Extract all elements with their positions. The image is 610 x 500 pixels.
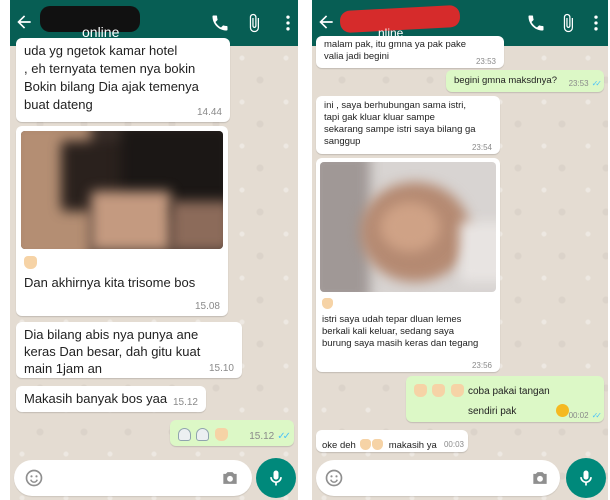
message-time: 15.08 (194, 301, 220, 312)
outgoing-message-bubble[interactable]: coba pakai tangan sendiri pak 00:02 ✓✓ (406, 376, 604, 422)
ghost-emoji (196, 428, 210, 441)
chat-screen-right: nline malam pak, itu gmna ya pak pake va… (312, 0, 608, 500)
hand-emoji (24, 256, 37, 269)
blurred-image[interactable] (320, 162, 496, 292)
hand-emoji-group (414, 382, 465, 400)
arrow-back-icon[interactable] (14, 12, 34, 32)
message-time: 15.12 ✓✓ (249, 431, 291, 442)
message-bubble[interactable]: Makasih banyak bos yaa 15.12 (16, 386, 206, 412)
message-text: uda yg ngetok kamar hotel , eh ternyata … (24, 43, 199, 112)
camera-icon[interactable] (220, 468, 240, 488)
message-time: 00:03 (443, 440, 464, 449)
more-vert-icon[interactable] (586, 13, 606, 33)
message-time: 23:53 (475, 57, 496, 66)
read-ticks-icon: ✓✓ (277, 431, 291, 442)
message-time: 23:56 (471, 361, 492, 370)
smile-emoji (556, 404, 569, 417)
paperclip-icon[interactable] (558, 13, 578, 33)
hand-emoji (322, 298, 333, 309)
message-input[interactable] (14, 460, 252, 496)
media-message-bubble[interactable]: Dan akhirnya kita trisome bos 15.08 (16, 126, 228, 316)
message-list: malam pak, itu gmna ya pak pake valia ja… (312, 36, 608, 454)
message-text: makasih ya (388, 440, 437, 451)
message-time: 00:02 ✓✓ (568, 411, 603, 420)
phone-icon[interactable] (526, 13, 546, 33)
message-time: 15.10 (208, 363, 234, 374)
message-time: 15.12 (172, 397, 198, 408)
message-bubble[interactable]: malam pak, itu gmna ya pak pake valia ja… (316, 36, 504, 68)
hand-emoji (414, 384, 427, 397)
emoji-icon[interactable] (324, 468, 344, 488)
chat-screen-left: online uda yg ngetok kamar hotel , eh te… (10, 0, 298, 500)
outgoing-message-bubble[interactable]: begini gmna maksdnya? 23:53 ✓✓ (446, 70, 604, 92)
paperclip-icon[interactable] (244, 13, 264, 33)
camera-icon[interactable] (530, 468, 550, 488)
message-bubble[interactable]: ini , saya berhubungan sama istri, tapi … (316, 96, 500, 154)
mic-icon (580, 470, 592, 486)
message-input[interactable] (316, 460, 560, 496)
media-message-bubble[interactable]: istri saya udah tepar dluan lemes berkal… (316, 158, 500, 372)
mic-button[interactable] (256, 458, 296, 498)
ghost-emoji (178, 428, 191, 441)
mic-button[interactable] (566, 458, 606, 498)
emoji-icon[interactable] (24, 468, 44, 488)
blurred-image[interactable] (21, 131, 223, 249)
thumbs-up-emoji (214, 428, 228, 441)
message-time: 23:54 (471, 143, 492, 152)
screenshot-collage: online uda yg ngetok kamar hotel , eh te… (0, 0, 610, 500)
message-time: 23:53 ✓✓ (568, 79, 603, 88)
message-text: ini , saya berhubungan sama istri, tapi … (324, 100, 476, 147)
message-list: uda yg ngetok kamar hotel , eh ternyata … (10, 38, 298, 454)
message-bubble[interactable]: uda yg ngetok kamar hotel , eh ternyata … (16, 38, 230, 122)
message-text: Makasih banyak bos yaa (24, 391, 168, 406)
read-ticks-icon: ✓✓ (591, 411, 603, 420)
message-bubble[interactable]: oke deh makasih ya 00:03 (316, 430, 468, 452)
hand-emoji (360, 439, 372, 450)
more-vert-icon[interactable] (278, 13, 298, 33)
message-text: Dan akhirnya kita trisome bos (24, 275, 196, 290)
arrow-back-icon[interactable] (316, 12, 336, 32)
hand-emoji (372, 439, 384, 450)
mic-icon (270, 470, 282, 486)
message-input-bar (312, 454, 608, 500)
message-text: malam pak, itu gmna ya pak pake valia ja… (324, 39, 467, 62)
outgoing-message-bubble[interactable]: 15.12 ✓✓ (170, 420, 294, 446)
phone-icon[interactable] (210, 13, 230, 33)
message-text: istri saya udah tepar dluan lemes berkal… (322, 314, 479, 349)
message-text: Dia bilang abis nya punya ane keras Dan … (24, 327, 201, 376)
read-ticks-icon: ✓✓ (591, 79, 603, 88)
message-time: 14.44 (196, 107, 222, 118)
hand-emoji (450, 384, 464, 397)
message-input-bar (10, 454, 298, 500)
message-bubble[interactable]: Dia bilang abis nya punya ane keras Dan … (16, 322, 242, 378)
hand-emoji (432, 384, 446, 397)
message-text: oke deh (322, 440, 356, 451)
